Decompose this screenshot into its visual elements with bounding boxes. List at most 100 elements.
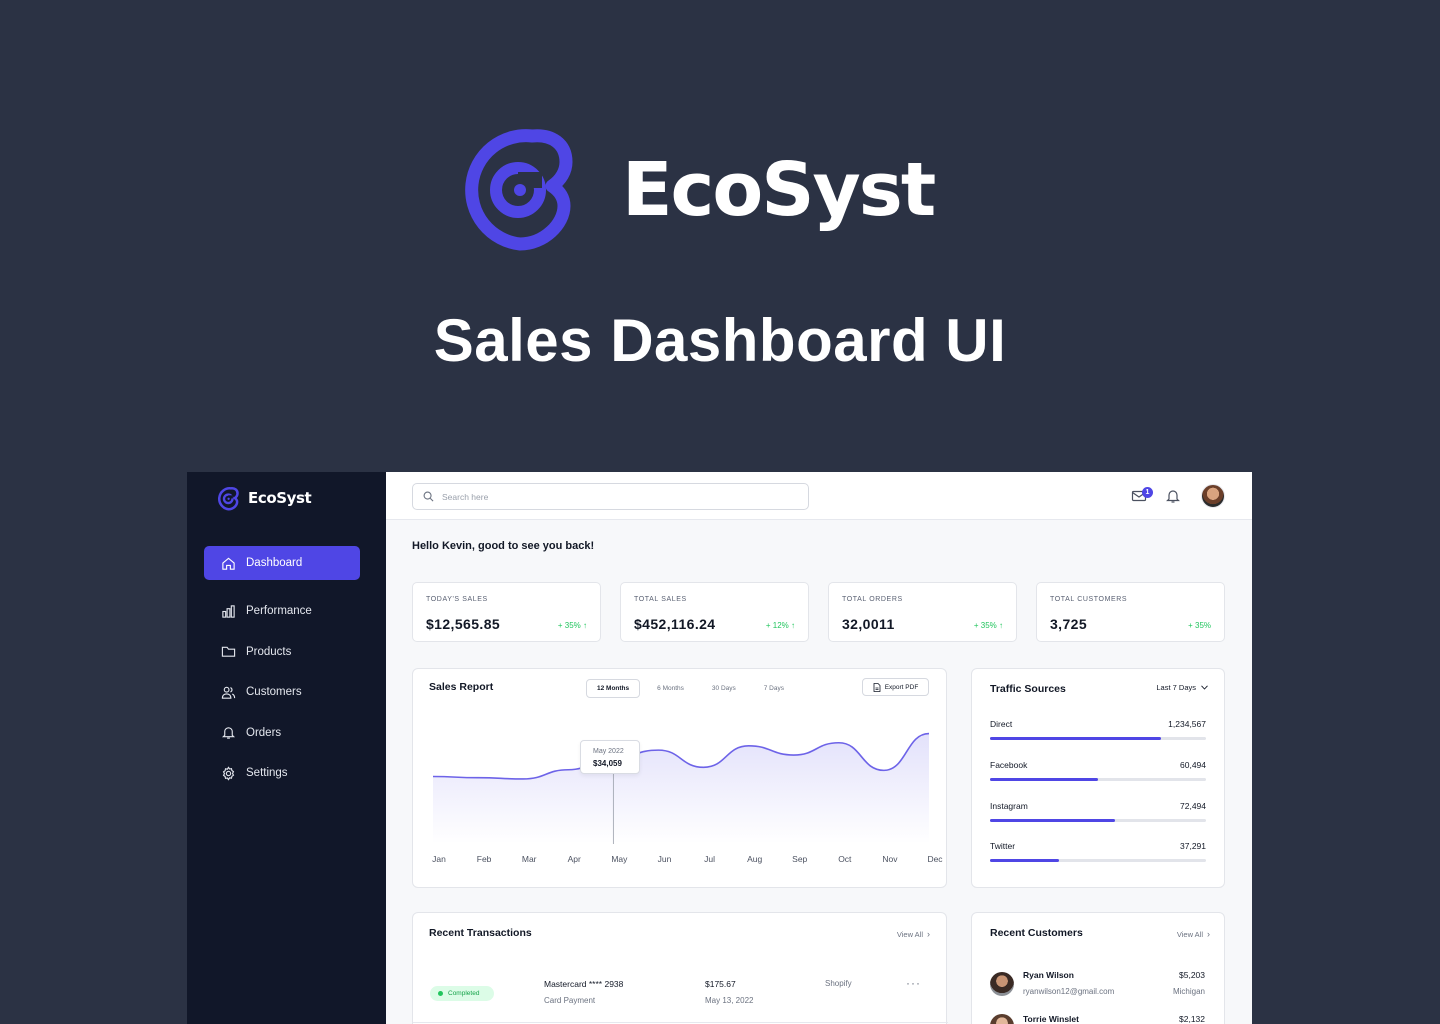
customer-location: Michigan: [1172, 987, 1205, 996]
tab-7-days[interactable]: 7 Days: [753, 679, 795, 698]
stat-value: $452,116.24: [634, 616, 716, 632]
search-icon: [423, 491, 434, 502]
search-input[interactable]: [442, 491, 802, 502]
tab-6-months[interactable]: 6 Months: [646, 679, 695, 698]
source-value: 1,234,567: [1168, 719, 1206, 729]
home-icon: [222, 557, 235, 570]
source-bar-fill: [990, 859, 1060, 862]
hero-brand-name: EcoSyst: [622, 147, 936, 233]
sidebar-nav: Dashboard Performance Products Customers…: [204, 546, 360, 797]
x-axis-tick-label: Dec: [927, 854, 943, 864]
stat-change: + 12% ↑: [765, 621, 795, 630]
dashboard-window: EcoSyst Dashboard Performance Products C…: [187, 472, 1252, 1024]
notification-bell-icon[interactable]: [1165, 488, 1181, 504]
stat-label: TOTAL SALES: [634, 596, 687, 603]
transactions-view-all-link[interactable]: View All ›: [897, 929, 930, 939]
sidebar-item-label: Settings: [246, 767, 288, 779]
customers-view-all-link[interactable]: View All ›: [1177, 929, 1210, 939]
sidebar-item-customers[interactable]: Customers: [204, 675, 360, 709]
customers-title: Recent Customers: [990, 927, 1083, 939]
sidebar-item-dashboard[interactable]: Dashboard: [204, 546, 360, 580]
sidebar-item-label: Customers: [246, 686, 302, 698]
stat-card-total-sales: TOTAL SALES $452,116.24 + 12% ↑: [620, 582, 809, 642]
topbar: 1: [386, 472, 1252, 520]
brand-logo-icon: [465, 129, 573, 251]
export-pdf-button[interactable]: Export PDF: [862, 678, 929, 696]
recent-transactions-card: Recent Transactions View All › Completed …: [412, 912, 948, 1024]
customer-avatar: [990, 1014, 1014, 1024]
source-value: 60,494: [1180, 760, 1206, 770]
x-axis-tick-label: Apr: [568, 854, 581, 864]
view-all-label: View All: [1176, 929, 1203, 939]
sidebar-item-label: Performance: [246, 605, 312, 617]
sidebar-item-settings[interactable]: Settings: [204, 756, 360, 790]
stat-change: + 35% ↑: [973, 621, 1003, 630]
sidebar: EcoSyst Dashboard Performance Products C…: [187, 472, 386, 1024]
sales-report-title: Sales Report: [429, 681, 494, 693]
source-bar-track: [990, 778, 1206, 781]
stat-label: TOTAL ORDERS: [842, 596, 903, 603]
stat-card-total-customers: TOTAL CUSTOMERS 3,725 + 35%: [1036, 582, 1225, 642]
source-bar-fill: [990, 819, 1116, 822]
period-label: Last 7 Days: [1156, 683, 1196, 692]
source-bar-track: [990, 737, 1206, 740]
tab-12-months[interactable]: 12 Months: [586, 679, 641, 698]
x-axis-tick-label: Jun: [658, 854, 672, 864]
x-axis-tick-label: Sep: [792, 854, 807, 864]
stat-change: + 35% ↑: [557, 621, 587, 630]
tooltip-value: $34,059: [593, 759, 622, 768]
period-dropdown[interactable]: Last 7 Days: [1156, 683, 1208, 692]
sales-chart: Jan Feb Mar Apr May Jun Jul Aug Sep Oct Nov Dec: [432, 732, 943, 864]
bar-chart-icon: [222, 604, 235, 618]
hero-subtitle: Sales Dashboard UI: [433, 307, 1007, 374]
source-name: Direct: [990, 719, 1013, 729]
source-bar-track: [990, 819, 1206, 822]
source-bar-fill: [990, 737, 1161, 740]
sidebar-item-performance[interactable]: Performance: [204, 594, 360, 628]
source-value: 72,494: [1180, 801, 1206, 811]
sidebar-item-label: Products: [246, 645, 292, 658]
tab-30-days[interactable]: 30 Days: [701, 679, 747, 698]
source-bar-track: [990, 859, 1206, 862]
sidebar-item-orders[interactable]: Orders: [204, 716, 360, 750]
users-icon: [221, 686, 236, 699]
traffic-sources-card: Traffic Sources Last 7 Days Direct 1,234…: [971, 668, 1225, 888]
status-dot-icon: [438, 991, 443, 996]
transaction-store: Shopify: [825, 979, 852, 988]
source-name: Facebook: [990, 760, 1028, 770]
transaction-amount: $175.67: [705, 979, 736, 989]
customer-amount: $2,132: [1179, 1014, 1205, 1024]
sidebar-item-products[interactable]: Products: [204, 635, 360, 669]
x-axis-tick-label: Aug: [747, 854, 762, 864]
file-icon: [873, 682, 881, 692]
search-bar[interactable]: [412, 483, 809, 510]
status-label: Completed: [448, 990, 480, 997]
more-options-icon[interactable]: ···: [906, 976, 921, 990]
sidebar-brand-name: EcoSyst: [248, 489, 312, 507]
bell-icon: [221, 727, 236, 739]
payment-type: Card Payment: [544, 996, 596, 1005]
sales-report-card: Jan Feb Mar Apr May Jun Jul Aug Sep Oct Nov Dec Sal…: [412, 668, 947, 888]
chart-tooltip: May 2022 $34,059: [580, 740, 640, 774]
x-axis-tick-label: Jan: [432, 854, 446, 864]
stat-label: TODAY'S SALES: [426, 596, 488, 603]
sidebar-logo-icon: [218, 487, 239, 511]
main-content: 1 Hello Kevin, good to see you back! TOD…: [386, 472, 1252, 1024]
source-name: Instagram: [990, 801, 1028, 811]
range-tabs: 12 Months 6 Months 30 Days 7 Days: [586, 679, 801, 698]
x-axis-tick-label: Nov: [882, 854, 898, 864]
tooltip-label: May 2022: [593, 748, 624, 755]
greeting-text: Hello Kevin, good to see you back!: [412, 540, 595, 552]
customer-amount: $5,203: [1179, 970, 1205, 980]
user-avatar[interactable]: [1201, 484, 1225, 508]
row-divider: [413, 1022, 948, 1023]
x-axis-tick-label: Mar: [522, 854, 537, 864]
stat-value: $12,565.85: [426, 616, 501, 632]
x-axis-tick-label: May: [611, 854, 628, 864]
chevron-down-icon: [1201, 685, 1208, 690]
stat-card-total-orders: TOTAL ORDERS 32,0011 + 35% ↑: [828, 582, 1017, 642]
x-axis-tick-label: Feb: [477, 854, 492, 864]
customer-email: ryanwilson12@gmail.com: [1023, 987, 1115, 996]
stat-change: + 35%: [1188, 621, 1211, 630]
stat-value: 32,0011: [842, 616, 895, 632]
